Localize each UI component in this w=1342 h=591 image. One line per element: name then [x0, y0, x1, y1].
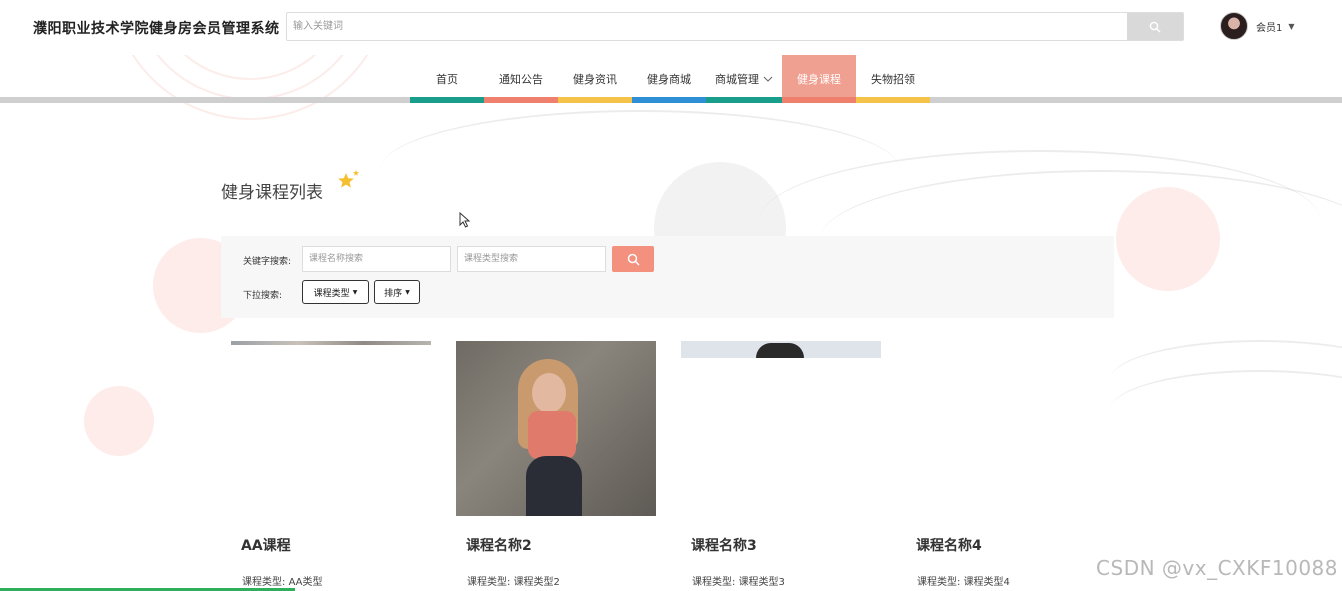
course-type-label: 课程类型: — [467, 577, 511, 588]
avatar[interactable] — [1220, 12, 1248, 40]
course-title[interactable]: 课程名称3 — [691, 535, 757, 555]
nav-item-shop[interactable]: 健身商城 — [632, 55, 706, 103]
global-search-button[interactable] — [1127, 13, 1183, 40]
nav-item-notices[interactable]: 通知公告 — [484, 55, 558, 103]
nav-label: 健身课程 — [797, 73, 841, 86]
nav-item-news[interactable]: 健身资讯 — [558, 55, 632, 103]
course-card[interactable]: AA课程 课程类型: AA类型 — [231, 341, 431, 588]
course-type-value: 课程类型3 — [738, 577, 785, 588]
nav-label: 失物招领 — [871, 73, 915, 86]
nav-item-home[interactable]: 首页 — [410, 55, 484, 103]
nav-color-bar — [782, 97, 856, 103]
main-content: 健身课程列表 关键字搜索: 下拉搜索: 课程类型 ▼ 排序 ▼ — [0, 104, 1342, 591]
nav-color-bar — [706, 97, 782, 103]
user-name[interactable]: 会员1 — [1256, 19, 1282, 34]
nav-color-bar — [410, 97, 484, 103]
nav-color-bar — [484, 97, 558, 103]
course-type: 课程类型: 课程类型4 — [917, 573, 1010, 588]
star-icon — [338, 170, 359, 188]
course-type-label: 课程类型: — [242, 577, 286, 588]
nav-label: 健身商城 — [647, 73, 691, 86]
nav-color-bar — [856, 97, 930, 103]
nav-label: 健身资讯 — [573, 73, 617, 86]
nav-item-shop-manage[interactable]: 商城管理 — [706, 55, 782, 103]
course-image[interactable] — [231, 341, 431, 516]
course-type: 课程类型: 课程类型2 — [467, 573, 560, 588]
course-card[interactable]: 课程名称3 课程类型: 课程类型3 — [681, 341, 881, 588]
course-card[interactable]: 课程名称4 课程类型: 课程类型4 — [906, 341, 1106, 588]
sort-select-label: 排序 — [384, 288, 403, 299]
course-name-input[interactable] — [302, 246, 451, 272]
course-type-label: 课程类型: — [692, 577, 736, 588]
course-type-select-label: 课程类型 — [313, 288, 350, 299]
page-title: 健身课程列表 — [221, 183, 323, 203]
filter-search-button[interactable] — [612, 246, 654, 272]
course-type-value: AA类型 — [288, 577, 323, 588]
course-type-label: 课程类型: — [917, 577, 961, 588]
main-nav: 首页 通知公告 健身资讯 健身商城 商城管理 健身课程 失物招领 — [0, 55, 1342, 104]
site-title: 濮阳职业技术学院健身房会员管理系统 — [33, 21, 280, 37]
nav-label: 商城管理 — [715, 73, 759, 86]
keyword-search-label: 关键字搜索: — [243, 257, 292, 267]
nav-item-lost-found[interactable]: 失物招领 — [856, 55, 930, 103]
mouse-cursor-icon — [459, 212, 471, 228]
course-title[interactable]: AA课程 — [241, 535, 291, 555]
caret-down-icon: ▼ — [405, 288, 410, 296]
course-type-value: 课程类型4 — [963, 577, 1010, 588]
global-search — [286, 12, 1184, 41]
watermark: CSDN @vx_CXKF10088 — [1096, 556, 1338, 580]
sort-select[interactable]: 排序 ▼ — [374, 280, 420, 304]
course-title[interactable]: 课程名称4 — [916, 535, 982, 555]
user-menu[interactable]: 会员1 ▼ — [1220, 12, 1295, 40]
global-search-input[interactable] — [287, 13, 1127, 40]
filter-panel: 关键字搜索: 下拉搜索: 课程类型 ▼ 排序 ▼ — [221, 236, 1114, 318]
chevron-down-icon — [763, 76, 773, 82]
caret-down-icon: ▼ — [352, 288, 358, 296]
course-type-value: 课程类型2 — [513, 577, 560, 588]
nav-color-bar — [632, 97, 706, 103]
search-icon — [1149, 21, 1161, 32]
search-icon — [627, 253, 640, 266]
course-type-input[interactable] — [457, 246, 606, 272]
caret-down-icon[interactable]: ▼ — [1288, 22, 1294, 31]
course-card[interactable]: 课程名称2 课程类型: 课程类型2 — [456, 341, 656, 588]
course-image[interactable] — [681, 341, 881, 516]
nav-item-courses[interactable]: 健身课程 — [782, 55, 856, 103]
top-header: 濮阳职业技术学院健身房会员管理系统 会员1 ▼ — [0, 0, 1342, 55]
nav-color-bar — [558, 97, 632, 103]
course-type-select[interactable]: 课程类型 ▼ — [302, 280, 369, 304]
course-title[interactable]: 课程名称2 — [466, 535, 532, 555]
nav-label: 首页 — [436, 73, 458, 86]
dropdown-search-label: 下拉搜索: — [243, 291, 283, 301]
course-type: 课程类型: 课程类型3 — [692, 573, 785, 588]
course-image[interactable] — [456, 341, 656, 516]
course-image[interactable] — [906, 341, 1106, 516]
course-type: 课程类型: AA类型 — [242, 573, 323, 588]
nav-label: 通知公告 — [499, 73, 543, 86]
